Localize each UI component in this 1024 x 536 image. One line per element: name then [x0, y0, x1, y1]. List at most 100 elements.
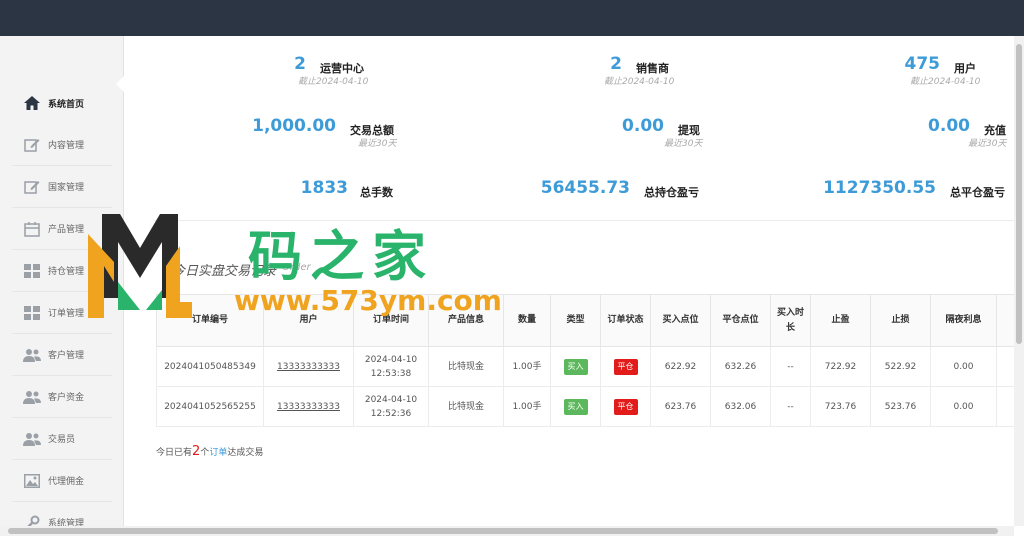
stat-value: 0.00 [622, 116, 664, 136]
sidebar-item-label: 客户管理 [48, 351, 85, 361]
stat-subtext: 截止2024-04-10 [604, 77, 675, 87]
quantity: 1.00手 [503, 386, 551, 427]
product-info: 比特现金 [428, 386, 504, 427]
order-clock: 12:52:36 [370, 408, 412, 419]
column-header: 平仓点位 [710, 294, 771, 347]
order-date: 2024-04-10 [364, 354, 418, 365]
type-badge: 买入 [563, 398, 588, 415]
order-id: 2024041050485349 [156, 346, 264, 387]
users-icon [22, 346, 42, 364]
stat-users: 475 用户 截止2024-04-10 [854, 54, 984, 87]
stat-value: 475 [904, 54, 941, 74]
duration: -- [770, 386, 811, 427]
order-id: 2024041052565255 [156, 386, 264, 427]
summary-orders-link[interactable]: 订单 [209, 448, 227, 458]
section-subtitle: Order [282, 262, 311, 273]
sidebar-item-customers[interactable]: 客户管理 [12, 334, 112, 376]
scrollbar-thumb[interactable] [1016, 44, 1022, 344]
sidebar-item-traders[interactable]: 交易员 [12, 418, 112, 460]
user-link[interactable]: 13333333333 [263, 346, 354, 387]
column-header: 买入时长 [770, 294, 811, 347]
stat-subtext: 最近30天 [664, 139, 703, 149]
duration: -- [770, 346, 811, 387]
image-icon [22, 472, 42, 490]
type-cell: 买入 [550, 386, 601, 427]
column-header: 类型 [550, 294, 601, 347]
stop-loss: 523.76 [870, 386, 931, 427]
column-header: 订单编号 [156, 294, 264, 347]
column-header: 数量 [503, 294, 551, 347]
horizontal-scrollbar[interactable] [0, 526, 1014, 536]
stat-value: 56455.73 [540, 178, 630, 198]
column-header: 止盈 [810, 294, 871, 347]
stat-value: 1833 [300, 178, 348, 198]
overnight-interest: 0.00 [930, 386, 997, 427]
close-price: 632.06 [710, 386, 771, 427]
sidebar-item-label: 持仓管理 [48, 267, 85, 277]
top-bar [0, 0, 1024, 36]
stat-dealers: 2 销售商 截止2024-04-10 [550, 54, 674, 87]
active-indicator [116, 76, 124, 92]
table-header-row: 订单编号 用户 订单时间 产品信息 数量 类型 订单状态 买入点位 平仓点位 买… [156, 294, 1014, 347]
column-header: 产品信息 [428, 294, 504, 347]
home-icon [22, 94, 42, 112]
users-icon [22, 388, 42, 406]
stat-subtext: 截止2024-04-10 [910, 77, 981, 87]
vertical-scrollbar[interactable] [1014, 36, 1024, 526]
grid-icon [22, 304, 42, 322]
stat-total-lots: 1833 总手数 [264, 178, 404, 208]
status-badge: 平仓 [613, 358, 638, 375]
calendar-icon [22, 220, 42, 238]
stat-value: 2 [610, 54, 622, 74]
section-divider [154, 220, 1014, 221]
summary-mid: 个 [200, 448, 210, 458]
sidebar-item-label: 订单管理 [48, 309, 85, 319]
close-price: 632.26 [710, 346, 771, 387]
type-cell: 买入 [550, 346, 601, 387]
column-header: 买入点位 [650, 294, 711, 347]
sidebar-item-orders[interactable]: 订单管理 [12, 292, 112, 334]
sidebar-item-label: 产品管理 [48, 225, 85, 235]
column-header: 止损 [870, 294, 931, 347]
order-time: 2024-04-10 12:53:38 [353, 346, 429, 387]
stat-subtext: 截止2024-04-10 [298, 77, 369, 87]
sidebar-item-country[interactable]: 国家管理 [12, 166, 112, 208]
sidebar-item-label: 客户资金 [48, 393, 85, 403]
orders-table: 订单编号 用户 订单时间 产品信息 数量 类型 订单状态 买入点位 平仓点位 买… [156, 294, 1014, 427]
daily-order-summary: 今日已有2个订单达成交易 [156, 444, 263, 459]
sidebar-item-home[interactable]: 系统首页 [12, 82, 112, 124]
sidebar: 系统首页 内容管理 国家管理 产品管理 持仓管理 订单管理 客户管理 客户资金 … [0, 36, 124, 536]
stat-subtext: 最近30天 [358, 139, 397, 149]
edit-icon [22, 136, 42, 154]
sidebar-item-label: 内容管理 [48, 141, 85, 151]
summary-suffix: 达成交易 [227, 448, 264, 458]
status-badge: 平仓 [613, 398, 638, 415]
sidebar-item-product[interactable]: 产品管理 [12, 208, 112, 250]
stop-loss: 522.92 [870, 346, 931, 387]
scrollbar-thumb[interactable] [8, 528, 998, 534]
sidebar-item-position[interactable]: 持仓管理 [12, 250, 112, 292]
stat-withdraw: 0.00 提现 最近30天 [594, 116, 714, 149]
buy-price: 623.76 [650, 386, 711, 427]
stat-value: 1127350.55 [823, 178, 936, 198]
user-link[interactable]: 13333333333 [263, 386, 354, 427]
table-row: 2024041052565255 13333333333 2024-04-10 1… [156, 386, 1014, 427]
product-info: 比特现金 [428, 346, 504, 387]
stat-ops-center: 2 运营中心 截止2024-04-10 [244, 54, 368, 87]
sidebar-item-content[interactable]: 内容管理 [12, 124, 112, 166]
sidebar-item-funds[interactable]: 客户资金 [12, 376, 112, 418]
empty-cell [996, 346, 1014, 387]
section-title: 今日实盘交易记录 [172, 264, 277, 279]
status-cell: 平仓 [600, 386, 651, 427]
overnight-interest: 0.00 [930, 346, 997, 387]
sidebar-item-commission[interactable]: 代理佣金 [12, 460, 112, 502]
stat-trade-total: 1,000.00 交易总额 最近30天 [244, 116, 404, 149]
column-header: 隔夜利息 [930, 294, 997, 347]
stat-value: 0.00 [928, 116, 970, 136]
stat-label: 总平仓盈亏 [950, 186, 1005, 199]
stat-label: 总手数 [360, 186, 393, 199]
stat-value: 2 [294, 54, 306, 74]
quantity: 1.00手 [503, 346, 551, 387]
sidebar-item-label: 代理佣金 [48, 477, 85, 487]
take-profit: 722.92 [810, 346, 871, 387]
